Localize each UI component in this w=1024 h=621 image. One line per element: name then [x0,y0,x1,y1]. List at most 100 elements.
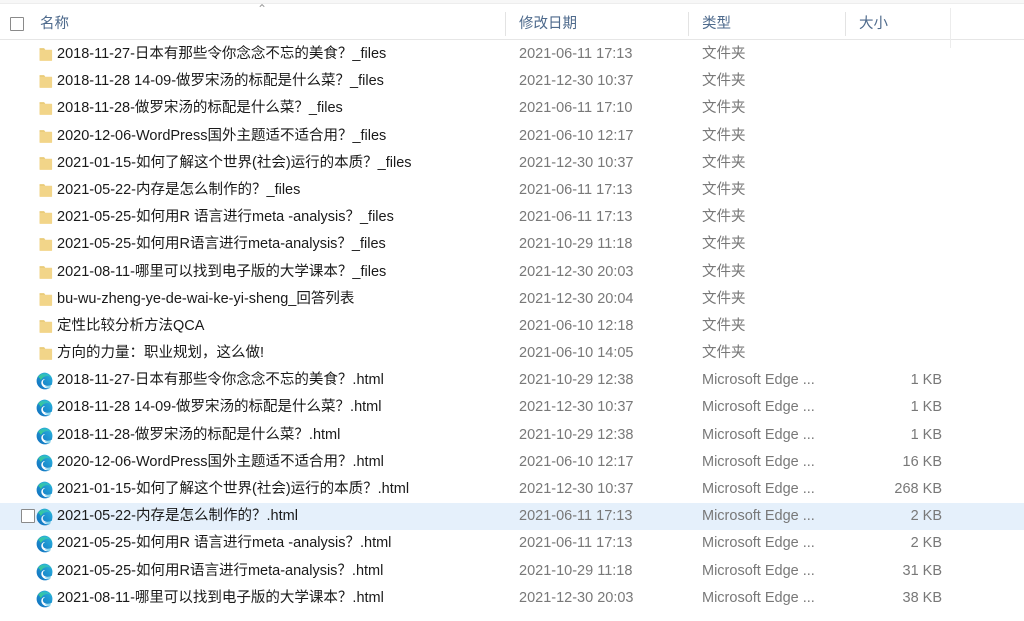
file-type-cell: 文件夹 [702,290,746,307]
date-modified-cell: 2021-12-30 10:37 [519,481,634,497]
file-type-cell: 文件夹 [702,209,746,226]
file-name-cell: 2020-12-06-WordPress国外主题适不适合用？_files [57,127,387,144]
folder-icon [39,129,53,144]
file-name-cell: 2021-05-25-如何用R 语言进行meta -analysis？.html [57,535,392,552]
file-row[interactable]: 2018-11-28 14-09-做罗宋汤的标配是什么菜？.html 2021-1… [0,394,1024,421]
file-size-cell: 16 KB [902,453,943,470]
file-size-cell [850,313,942,340]
date-modified-cell: 2021-06-11 17:13 [519,181,633,198]
file-name-cell: 2021-05-22-内存是怎么制作的？_files [57,181,301,198]
file-size-cell [850,286,942,313]
file-type-cell: Microsoft Edge ... [702,481,815,497]
file-size-cell [850,68,942,95]
file-type-cell: Microsoft Edge ... [702,589,815,606]
file-type-cell: 文件夹 [702,181,746,198]
file-row[interactable]: 2021-08-11-哪里可以找到电子版的大学课本？_files 2021-12-… [0,259,1024,286]
file-type-cell: 文件夹 [702,154,746,171]
file-type-cell: Microsoft Edge ... [702,453,815,470]
file-name-cell: 2018-11-27-日本有那些令你念念不忘的美食？_files [57,46,387,62]
file-size-cell [850,231,942,258]
file-name-cell: 定性比较分析方法QCA [57,317,205,334]
file-row[interactable]: 2018-11-28-做罗宋汤的标配是什么菜？_files 2021-06-11 … [0,95,1024,122]
edge-icon [36,535,54,553]
file-row[interactable]: 2021-08-11-哪里可以找到电子版的大学课本？.html 2021-12-3… [0,585,1024,612]
file-size-cell: 2 KB [910,508,942,525]
file-row[interactable]: 2021-05-25-如何用R语言进行meta-analysis？.html 20… [0,558,1024,585]
column-divider-name-date[interactable] [505,12,506,36]
date-modified-cell: 2021-12-30 10:37 [519,399,634,416]
folder-icon [39,346,53,361]
file-size-cell [850,150,942,177]
file-row[interactable]: 方向的力量：职业规划，这么做! 2021-06-10 14:05 文件夹 [0,340,1024,367]
file-size-cell: 38 KB [902,589,943,606]
column-header-date-modified[interactable]: 修改日期 [519,8,689,40]
file-type-cell: Microsoft Edge ... [702,399,815,416]
folder-icon [39,210,53,225]
column-header-name[interactable]: 名称 [40,8,490,40]
file-row[interactable]: 2021-05-22-内存是怎么制作的？.html 2021-06-11 17:1… [0,503,1024,531]
file-row[interactable]: 2021-01-15-如何了解这个世界(社会)运行的本质？_files 2021-… [0,150,1024,177]
file-name-cell: 2018-11-27-日本有那些令你念念不忘的美食？.html [57,372,384,389]
date-modified-cell: 2021-06-11 17:10 [519,100,633,117]
file-size-cell: 31 KB [902,562,943,579]
date-modified-cell: 2021-06-11 17:13 [519,46,633,62]
date-modified-cell: 2021-06-10 12:17 [519,453,634,470]
file-type-cell: 文件夹 [702,127,746,144]
file-size-cell [850,259,942,286]
file-size-cell [850,177,942,204]
file-name-cell: 2021-05-25-如何用R语言进行meta-analysis？.html [57,562,384,579]
date-modified-cell: 2021-12-30 20:03 [519,589,634,606]
file-name-cell: 2018-11-28 14-09-做罗宋汤的标配是什么菜？.html [57,399,382,416]
folder-icon [39,156,53,171]
row-select-checkbox[interactable] [21,509,35,524]
file-name-cell: 2021-08-11-哪里可以找到电子版的大学课本？.html [57,589,384,606]
date-modified-cell: 2021-12-30 20:03 [519,263,634,280]
file-size-cell [850,41,942,68]
toolbar-bottom-edge [0,0,1024,4]
file-name-cell: 2020-12-06-WordPress国外主题适不适合用？.html [57,453,384,470]
column-divider-type-size[interactable] [845,12,846,36]
column-header-size[interactable]: 大小 [859,8,949,40]
file-type-cell: Microsoft Edge ... [702,372,815,389]
file-name-cell: 2021-08-11-哪里可以找到电子版的大学课本？_files [57,263,387,280]
file-size-cell: 268 KB [894,481,942,497]
date-modified-cell: 2021-06-10 14:05 [519,345,634,362]
file-type-cell: Microsoft Edge ... [702,562,815,579]
file-size-cell: 1 KB [910,399,942,416]
edge-icon [36,454,54,472]
file-row[interactable]: 2021-05-25-如何用R 语言进行meta -analysis？.html… [0,530,1024,557]
file-size-cell [850,95,942,122]
file-name-cell: 2018-11-28-做罗宋汤的标配是什么菜？.html [57,426,341,443]
date-modified-cell: 2021-06-11 17:13 [519,535,633,552]
file-row[interactable]: 2021-05-25-如何用R 语言进行meta -analysis？_file… [0,204,1024,231]
file-name-cell: 2021-05-22-内存是怎么制作的？.html [57,508,298,525]
file-row[interactable]: 定性比较分析方法QCA 2021-06-10 12:18 文件夹 [0,313,1024,340]
file-row[interactable]: 2021-05-25-如何用R语言进行meta-analysis？_files 2… [0,231,1024,258]
file-row[interactable]: bu-wu-zheng-ye-de-wai-ke-yi-sheng_回答列表 20… [0,286,1024,313]
file-row[interactable]: 2018-11-27-日本有那些令你念念不忘的美食？_files 2021-06-… [0,41,1024,68]
file-row[interactable]: 2018-11-27-日本有那些令你念念不忘的美食？.html 2021-10-2… [0,367,1024,394]
file-type-cell: Microsoft Edge ... [702,426,815,443]
file-row[interactable]: 2018-11-28-做罗宋汤的标配是什么菜？.html 2021-10-29 1… [0,422,1024,449]
file-list[interactable]: 2018-11-27-日本有那些令你念念不忘的美食？_files 2021-06-… [0,41,1024,621]
file-size-cell [850,340,942,367]
date-modified-cell: 2021-10-29 12:38 [519,426,634,443]
select-all-checkbox[interactable] [10,17,24,31]
file-row[interactable]: 2018-11-28 14-09-做罗宋汤的标配是什么菜？_files 2021-… [0,68,1024,95]
file-type-cell: 文件夹 [702,345,746,362]
file-type-cell: 文件夹 [702,73,746,90]
date-modified-cell: 2021-06-11 17:13 [519,508,633,525]
edge-icon [36,399,54,417]
file-type-cell: 文件夹 [702,46,746,62]
file-row[interactable]: 2021-01-15-如何了解这个世界(社会)运行的本质？.html 2021-1… [0,476,1024,503]
folder-icon [39,292,53,307]
edge-icon [36,372,54,390]
file-row[interactable]: 2021-05-22-内存是怎么制作的？_files 2021-06-11 17:… [0,177,1024,204]
file-row[interactable]: 2020-12-06-WordPress国外主题适不适合用？.html 2021-… [0,449,1024,476]
file-name-cell: bu-wu-zheng-ye-de-wai-ke-yi-sheng_回答列表 [57,290,355,307]
file-row[interactable]: 2020-12-06-WordPress国外主题适不适合用？_files 2021… [0,123,1024,150]
folder-icon [39,47,53,62]
column-divider-date-type[interactable] [688,12,689,36]
edge-icon [36,563,54,581]
column-header-type[interactable]: 类型 [702,8,842,40]
